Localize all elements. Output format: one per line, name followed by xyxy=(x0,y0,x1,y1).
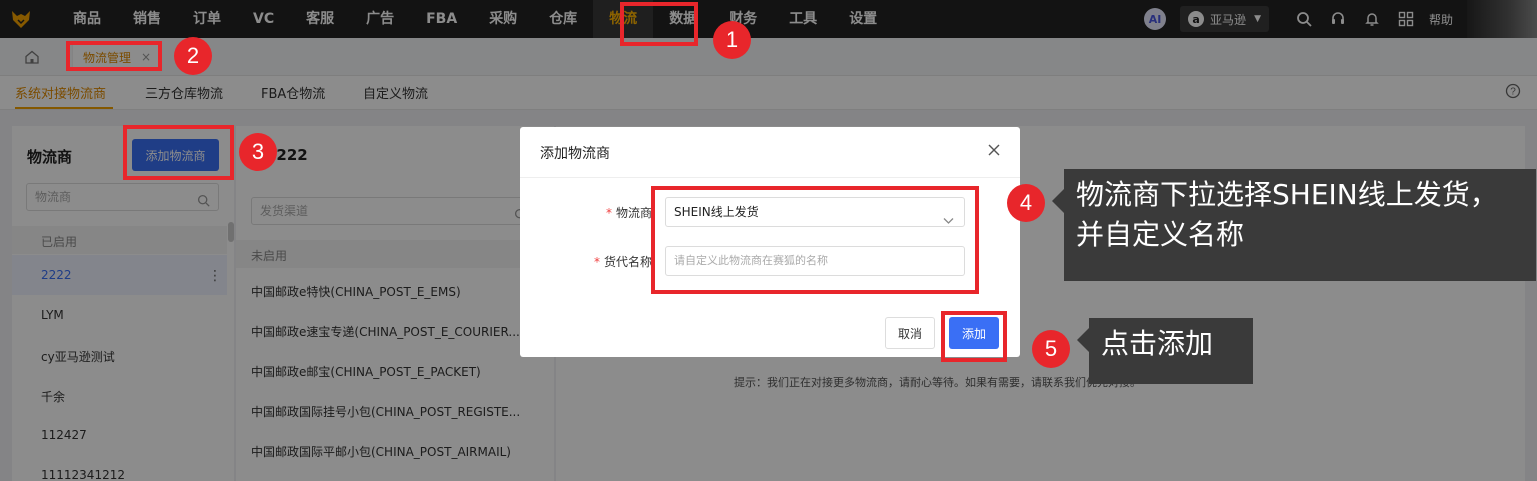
annotation-box-1 xyxy=(620,2,698,46)
annotation-box-5 xyxy=(941,311,1007,362)
step-marker-4: 4 xyxy=(1007,184,1045,222)
annotation-box-4 xyxy=(651,186,979,294)
forwarder-name-label: * 货代名称 xyxy=(593,255,652,269)
step-marker-3: 3 xyxy=(239,133,277,171)
annotation-box-3 xyxy=(123,125,234,180)
instruction-callout-5: 点击添加 xyxy=(1077,318,1253,384)
step-marker-5: 5 xyxy=(1032,330,1070,368)
dialog-title: 添加物流商 xyxy=(540,146,610,162)
close-icon[interactable] xyxy=(988,144,1000,160)
step-marker-1: 1 xyxy=(713,21,751,59)
annotation-box-2 xyxy=(66,41,162,71)
step-marker-2: 2 xyxy=(174,37,212,75)
carrier-field-label: * 物流商 xyxy=(605,206,652,220)
dialog-divider xyxy=(520,177,1020,178)
instruction-callout-4: 物流商下拉选择SHEIN线上发货，并自定义名称 xyxy=(1052,169,1536,281)
cancel-button[interactable]: 取消 xyxy=(885,317,935,349)
